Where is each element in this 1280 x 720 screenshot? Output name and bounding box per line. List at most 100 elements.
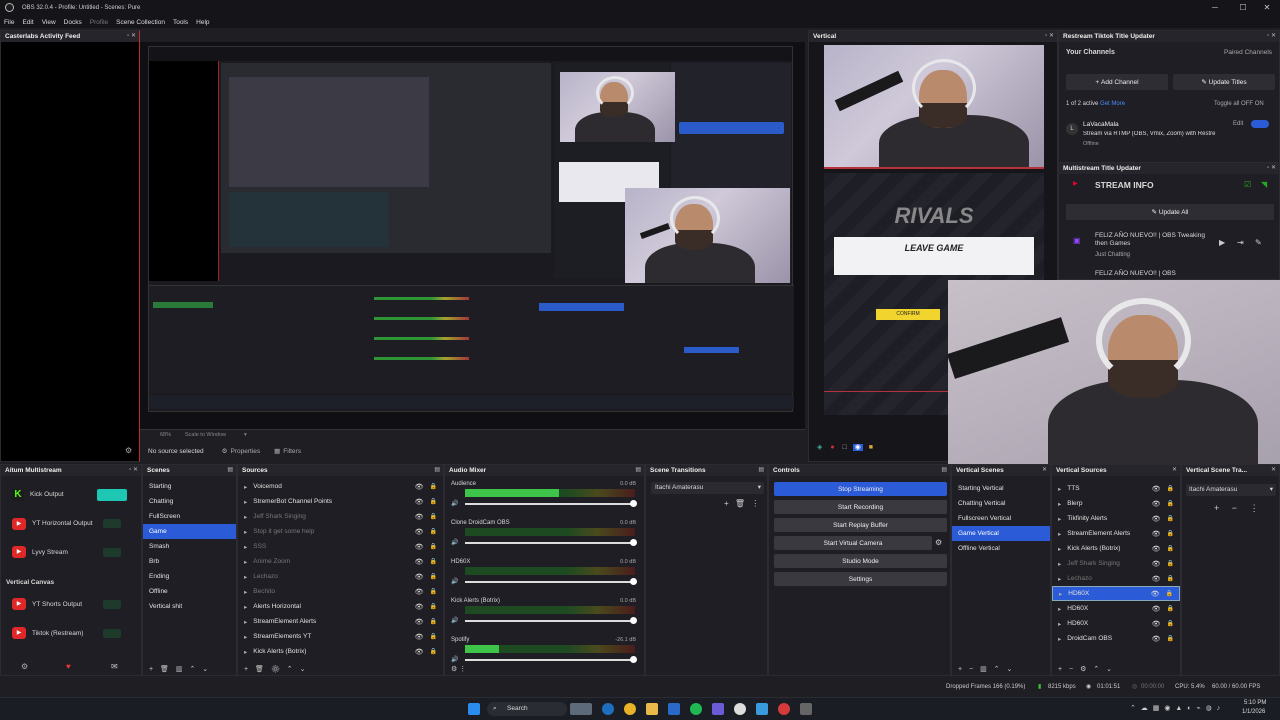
menu-scene-collection[interactable]: Scene Collection bbox=[116, 19, 165, 26]
tray-icons[interactable]: ⌃ ☁ ▦ ◉ ▲ ◐ ⌁ ◍ ♪ bbox=[1130, 704, 1220, 712]
dock-menu-icon[interactable]: ▤ bbox=[434, 466, 440, 473]
lyvy-toggle[interactable] bbox=[103, 548, 121, 557]
lock-icon[interactable]: 🔒 bbox=[430, 603, 437, 610]
scene-item[interactable]: FullScreen bbox=[143, 509, 236, 524]
visibility-eye-icon[interactable]: 👁 bbox=[1151, 590, 1160, 598]
filters-button[interactable]: Filters bbox=[283, 448, 301, 455]
properties-button[interactable]: Properties bbox=[230, 448, 260, 455]
mixer-settings-icon[interactable]: ⚙ ⋮ bbox=[451, 665, 466, 673]
virtual-camera-gear-icon[interactable]: ⚙ bbox=[935, 538, 942, 547]
app-icon-red[interactable] bbox=[778, 703, 790, 715]
dock-menu-icon[interactable]: ▤ bbox=[227, 466, 233, 473]
source-row[interactable]: ▸ HD60X 👁 🔒 bbox=[1052, 586, 1180, 601]
up-icon[interactable]: ⌃ bbox=[189, 666, 195, 673]
add-icon[interactable]: + bbox=[244, 666, 248, 673]
down-icon[interactable]: ⌄ bbox=[1007, 666, 1013, 673]
filters-icon[interactable]: ▦ bbox=[274, 447, 280, 455]
visibility-eye-icon[interactable]: 👁 bbox=[415, 498, 424, 506]
dock-menu-icon[interactable]: ▤ bbox=[941, 466, 947, 473]
lock-icon[interactable]: 🔒 bbox=[430, 633, 437, 640]
dock-close-icon[interactable]: ✕ bbox=[1042, 466, 1047, 473]
lock-icon[interactable]: 🔒 bbox=[430, 588, 437, 595]
vscene-item[interactable]: Fullscreen Vertical bbox=[952, 511, 1050, 526]
gear-icon[interactable]: ⚙ bbox=[1080, 666, 1086, 673]
dock-controls-icon[interactable]: ▫ ✕ bbox=[1267, 164, 1276, 171]
filter-icon[interactable]: ▥ bbox=[176, 666, 183, 673]
visibility-eye-icon[interactable]: 👁 bbox=[415, 513, 424, 521]
lock-icon[interactable]: 🔒 bbox=[1166, 590, 1173, 597]
scene-item[interactable]: Brb bbox=[143, 554, 236, 569]
lock-icon[interactable]: 🔒 bbox=[430, 573, 437, 580]
share-icon[interactable]: ⇥ bbox=[1237, 238, 1244, 247]
file-explorer-icon[interactable] bbox=[646, 703, 658, 715]
volume-slider[interactable] bbox=[465, 539, 637, 546]
down-icon[interactable]: ⌄ bbox=[202, 666, 208, 673]
visibility-eye-icon[interactable]: 👁 bbox=[415, 543, 424, 551]
app-icon[interactable] bbox=[756, 703, 768, 715]
source-row[interactable]: ▸ Lechazo 👁 🔒 bbox=[1052, 571, 1180, 586]
vscene-item[interactable]: Offline Vertical bbox=[952, 541, 1050, 556]
visibility-eye-icon[interactable]: 👁 bbox=[415, 633, 424, 641]
add-icon[interactable]: + bbox=[149, 666, 153, 673]
vtransition-select[interactable]: Itachi Amaterasu ▾ bbox=[1186, 484, 1276, 496]
source-row[interactable]: ▸ Blerp 👁 🔒 bbox=[1052, 496, 1180, 511]
lock-icon[interactable]: 🔒 bbox=[1167, 560, 1174, 567]
maximize-icon[interactable]: ☐ bbox=[1236, 3, 1250, 12]
lock-icon[interactable]: 🔒 bbox=[1167, 635, 1174, 642]
dock-controls-icon[interactable]: ▫ ✕ bbox=[1045, 32, 1054, 39]
stop-streaming-button[interactable]: Stop Streaming bbox=[774, 482, 947, 496]
visibility-eye-icon[interactable]: 👁 bbox=[1152, 635, 1161, 643]
source-row[interactable]: ▸ StreamElement Alerts 👁 🔒 bbox=[238, 614, 443, 629]
gear-icon[interactable]: ⚙ bbox=[125, 446, 132, 455]
chrome-icon[interactable] bbox=[624, 703, 636, 715]
source-row[interactable]: ▸ HD60X 👁 🔒 bbox=[1052, 601, 1180, 616]
settings-button[interactable]: Settings bbox=[774, 572, 947, 586]
speaker-icon[interactable]: 🔊 bbox=[451, 617, 458, 624]
up-icon[interactable]: ⌃ bbox=[994, 666, 1000, 673]
add-icon[interactable]: + bbox=[724, 499, 729, 508]
volume-slider[interactable] bbox=[465, 617, 637, 624]
stream-toggle-icon[interactable]: ◉ bbox=[852, 444, 863, 451]
discord-icon[interactable] bbox=[712, 703, 724, 715]
lock-icon[interactable]: 🔒 bbox=[1167, 605, 1174, 612]
channel-toggle[interactable] bbox=[1251, 120, 1269, 128]
delete-icon[interactable]: 🗑 bbox=[160, 666, 169, 673]
dock-controls-icon[interactable]: ▫ ✕ bbox=[129, 466, 138, 473]
source-row[interactable]: ▸ Stop it get some help 👁 🔒 bbox=[238, 524, 443, 539]
down-icon[interactable]: ⌄ bbox=[300, 666, 306, 673]
gear-icon[interactable]: ⚙ bbox=[271, 666, 280, 673]
yt-shorts-toggle[interactable] bbox=[103, 600, 121, 609]
lock-icon[interactable]: 🔒 bbox=[1167, 485, 1174, 492]
lock-icon[interactable]: 🔒 bbox=[430, 498, 437, 505]
volume-slider[interactable] bbox=[465, 656, 637, 663]
source-row[interactable]: ▸ SSS 👁 🔒 bbox=[238, 539, 443, 554]
more-icon[interactable]: ⋮ bbox=[1250, 503, 1259, 513]
kick-output-toggle[interactable] bbox=[97, 489, 127, 501]
scene-item[interactable]: Chatting bbox=[143, 494, 236, 509]
visibility-eye-icon[interactable]: 👁 bbox=[1152, 560, 1161, 568]
source-row[interactable]: ▸ StreamElement Alerts 👁 🔒 bbox=[1052, 526, 1180, 541]
source-row[interactable]: ▸ Bechito 👁 🔒 bbox=[238, 584, 443, 599]
check-icon[interactable]: ☑ bbox=[1244, 180, 1251, 189]
visibility-eye-icon[interactable]: 👁 bbox=[415, 573, 424, 581]
start-recording-button[interactable]: Start Recording bbox=[774, 500, 947, 514]
lock-icon[interactable]: 🔒 bbox=[1167, 620, 1174, 627]
add-channel-button[interactable]: + Add Channel bbox=[1066, 74, 1168, 90]
obs-taskbar-icon[interactable] bbox=[734, 703, 746, 715]
dock-close-icon[interactable]: ✕ bbox=[1172, 466, 1177, 473]
speaker-icon[interactable]: 🔊 bbox=[451, 539, 458, 546]
lock-icon[interactable]: 🔒 bbox=[430, 483, 437, 490]
vscene-item[interactable]: Starting Vertical bbox=[952, 481, 1050, 496]
add-icon[interactable]: + bbox=[958, 666, 962, 673]
down-icon[interactable]: ⌄ bbox=[1106, 666, 1112, 673]
widgets-icon[interactable] bbox=[570, 703, 592, 715]
add-icon[interactable]: + bbox=[1058, 666, 1062, 673]
visibility-eye-icon[interactable]: 👁 bbox=[1152, 500, 1161, 508]
volume-slider-knob[interactable] bbox=[630, 617, 637, 624]
scene-item[interactable]: Vertical shit bbox=[143, 599, 236, 614]
play-icon[interactable]: ▶ bbox=[1219, 238, 1225, 247]
menu-help[interactable]: Help bbox=[196, 19, 209, 26]
app-icon-grey[interactable] bbox=[800, 703, 812, 715]
dock-controls-icon[interactable]: ▫ ✕ bbox=[1267, 32, 1276, 39]
source-row[interactable]: ▸ Anime Zoom 👁 🔒 bbox=[238, 554, 443, 569]
